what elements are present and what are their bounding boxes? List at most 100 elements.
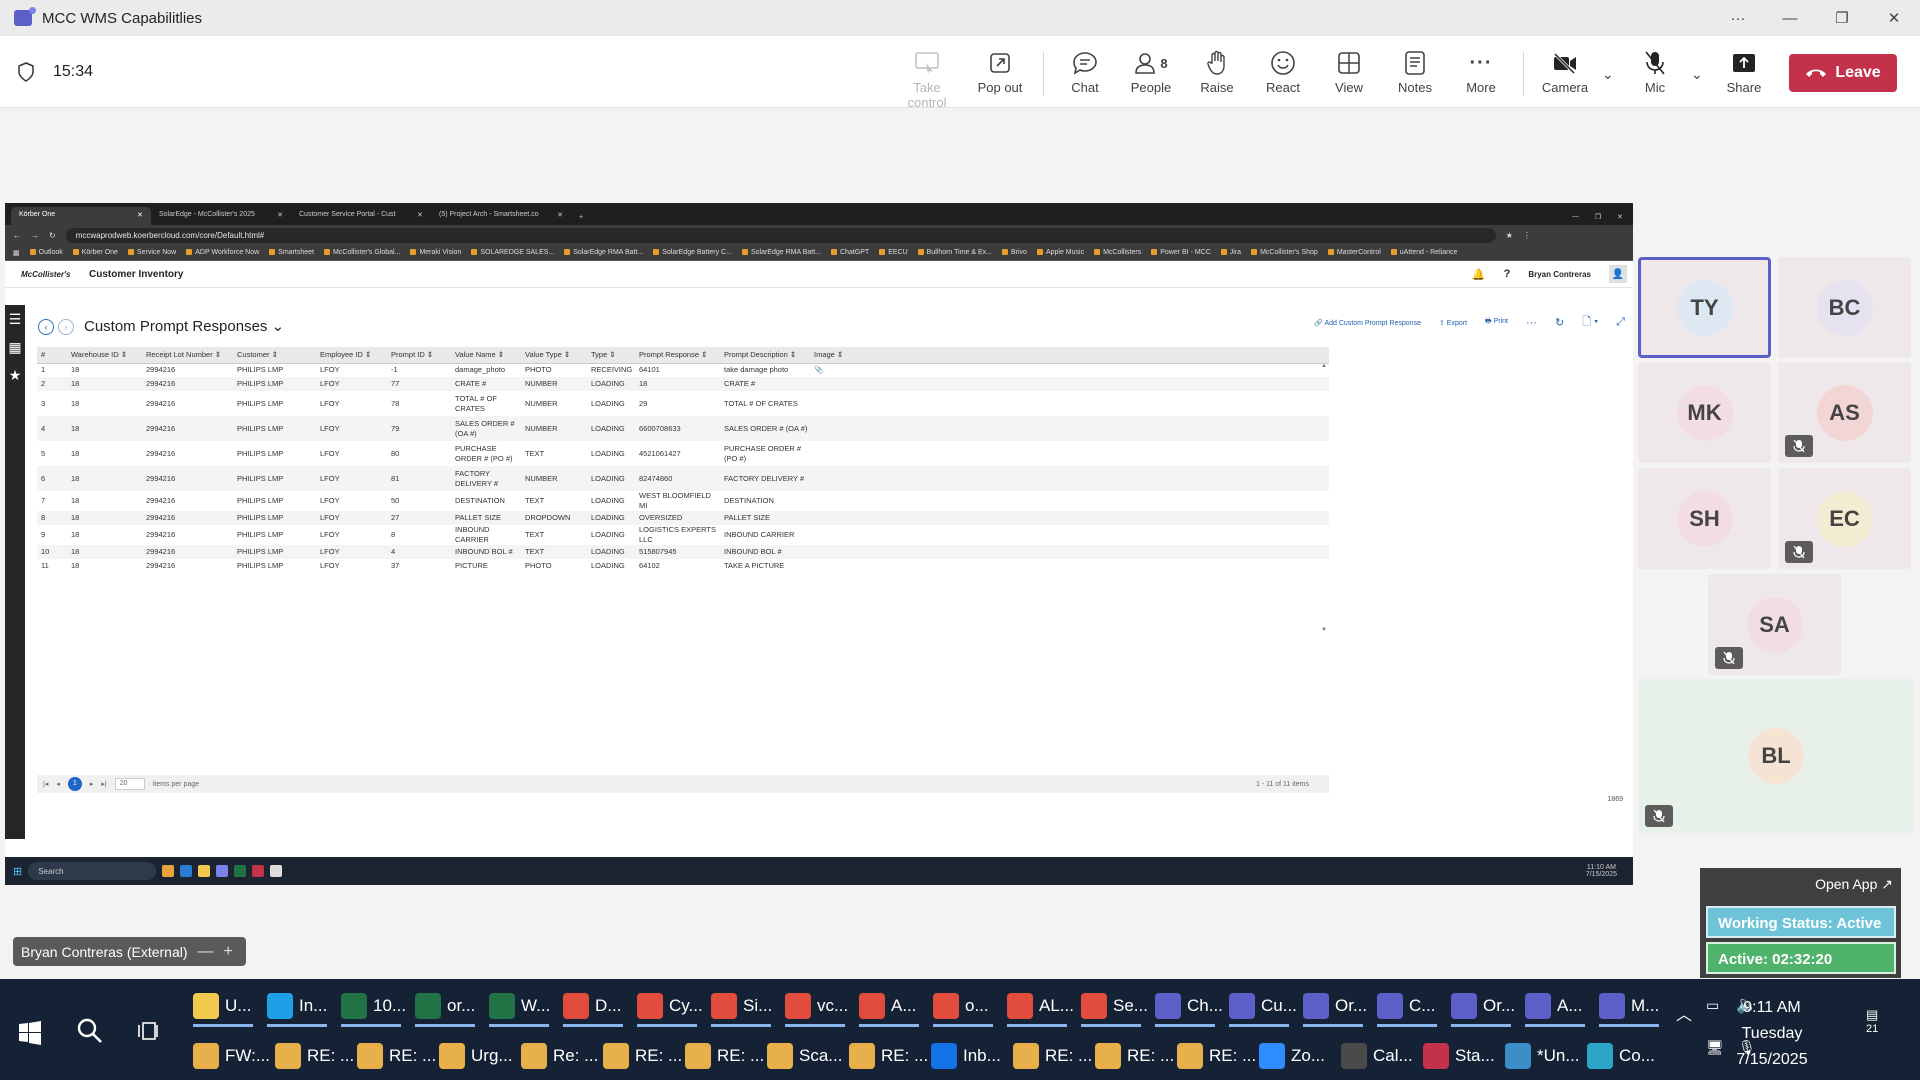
- browser-tab[interactable]: Customer Service Portal - Cust ✕: [291, 207, 431, 225]
- hamburger-menu-icon[interactable]: ☰: [5, 305, 25, 333]
- taskbar-app-button[interactable]: A...: [1525, 983, 1585, 1029]
- reload-icon[interactable]: ↻: [49, 231, 56, 240]
- attachment-icon[interactable]: [810, 391, 850, 416]
- sort-icon[interactable]: ⇕: [496, 350, 504, 359]
- forward-circle-icon[interactable]: ›: [58, 319, 74, 335]
- table-row[interactable]: 10 18 2994216 PHILIPS LMP LFOY 4 INBOUND BOL #…: [37, 545, 1329, 559]
- column-header[interactable]: #: [37, 347, 67, 364]
- bookmark-item[interactable]: Power BI - MCC: [1151, 249, 1211, 256]
- url-field[interactable]: mccwaprodweb.koerbercloud.com/core/Defau…: [65, 227, 1496, 243]
- attachment-icon[interactable]: [810, 377, 850, 391]
- taskbar-app-button[interactable]: Cy...: [637, 983, 703, 1029]
- attachment-icon[interactable]: [810, 525, 850, 545]
- menu-icon[interactable]: ⋮: [1523, 231, 1531, 240]
- back-circle-icon[interactable]: ‹: [38, 319, 54, 335]
- table-row[interactable]: 8 18 2994216 PHILIPS LMP LFOY 27 PALLET SIZE DR…: [37, 511, 1329, 525]
- taskbar-app-button[interactable]: RE: ...: [275, 1033, 354, 1079]
- take-control-button[interactable]: Take control: [894, 48, 960, 110]
- show-hidden-icons-chevron[interactable]: ︿: [1676, 1001, 1692, 1025]
- attachment-icon[interactable]: [810, 441, 850, 466]
- table-row[interactable]: 7 18 2994216 PHILIPS LMP LFOY 50 DESTINATION TE…: [37, 491, 1329, 511]
- camera-options-chevron-icon[interactable]: ⌄: [1602, 66, 1614, 83]
- first-page-icon[interactable]: |◂: [43, 780, 48, 788]
- taskbar-app-button[interactable]: In...: [267, 983, 327, 1029]
- taskbar-app-button[interactable]: W...: [489, 983, 550, 1029]
- taskbar-app-button[interactable]: Si...: [711, 983, 772, 1029]
- column-header[interactable]: Warehouse ID ⇕: [67, 347, 142, 364]
- notification-center[interactable]: ▤ 21: [1866, 1007, 1878, 1035]
- sort-icon[interactable]: ⇕: [835, 350, 843, 359]
- minimize-button[interactable]: —: [1764, 0, 1816, 36]
- taskbar-app-button[interactable]: *Un...: [1505, 1033, 1580, 1079]
- participant-tile[interactable]: AS: [1778, 362, 1911, 463]
- bookmark-item[interactable]: SOLAREDGE SALES...: [471, 249, 554, 256]
- taskbar-app-button[interactable]: Zo...: [1259, 1033, 1325, 1079]
- attachment-icon[interactable]: 📎: [810, 363, 850, 377]
- sort-icon[interactable]: ⇕: [213, 350, 221, 359]
- more-options-icon[interactable]: ···: [1712, 0, 1764, 36]
- next-page-icon[interactable]: ▸: [90, 780, 94, 788]
- taskbar-app-button[interactable]: Urg...: [439, 1033, 513, 1079]
- sort-icon[interactable]: ⇕: [270, 350, 278, 359]
- table-row[interactable]: 5 18 2994216 PHILIPS LMP LFOY 80 PURCHASE ORDE…: [37, 441, 1329, 466]
- react-button[interactable]: React: [1250, 48, 1316, 100]
- page-size-select[interactable]: 20: [114, 778, 145, 790]
- bookmark-item[interactable]: Brivo: [1002, 249, 1027, 256]
- taskbar-app-button[interactable]: A...: [859, 983, 919, 1029]
- task-view-icon[interactable]: [136, 1019, 160, 1043]
- taskbar-app-button[interactable]: Or...: [1451, 983, 1515, 1029]
- remote-search-box[interactable]: Search: [28, 862, 157, 880]
- taskbar-app-button[interactable]: Ch...: [1155, 983, 1223, 1029]
- bookmark-item[interactable]: Jira: [1221, 249, 1241, 256]
- page-title[interactable]: Custom Prompt Responses ⌄: [84, 317, 284, 335]
- column-header[interactable]: Employee ID ⇕: [316, 347, 387, 364]
- close-button[interactable]: ✕: [1868, 0, 1920, 36]
- user-avatar-icon[interactable]: 👤: [1609, 265, 1627, 283]
- mic-options-chevron-icon[interactable]: ⌄: [1691, 66, 1703, 83]
- taskbar-app-button[interactable]: or...: [415, 983, 475, 1029]
- table-row[interactable]: 6 18 2994216 PHILIPS LMP LFOY 81 FACTORY DELIV…: [37, 466, 1329, 491]
- bookmark-item[interactable]: uAttend - Reliance: [1391, 249, 1458, 256]
- raise-hand-button[interactable]: Raise: [1184, 48, 1250, 100]
- column-header[interactable]: Customer ⇕: [233, 347, 316, 364]
- taskbar-app-button[interactable]: RE: ...: [1013, 1033, 1092, 1079]
- star-icon[interactable]: ★: [1506, 231, 1513, 240]
- taskbar-app-button[interactable]: RE: ...: [357, 1033, 436, 1079]
- forward-icon[interactable]: →: [31, 231, 39, 240]
- attachment-icon[interactable]: [810, 559, 850, 573]
- column-header[interactable]: Prompt ID ⇕: [387, 347, 451, 364]
- column-header[interactable]: Receipt Lot Number ⇕: [142, 347, 233, 364]
- remote-app-icon[interactable]: [198, 865, 211, 877]
- page-number-button[interactable]: 1: [67, 777, 82, 791]
- taskbar-app-button[interactable]: RE: ...: [603, 1033, 682, 1079]
- sort-icon[interactable]: ⇕: [562, 350, 570, 359]
- taskbar-app-button[interactable]: AL...: [1007, 983, 1074, 1029]
- participant-tile[interactable]: BL: [1638, 679, 1914, 833]
- bookmark-item[interactable]: SolarEdge RMA Batt...: [564, 249, 643, 256]
- pop-out-button[interactable]: Pop out: [967, 48, 1033, 100]
- sort-icon[interactable]: ⇕: [425, 350, 433, 359]
- remote-app-icon[interactable]: [162, 865, 175, 877]
- apps-icon[interactable]: ▦: [13, 249, 20, 257]
- taskbar-app-button[interactable]: Sta...: [1423, 1033, 1495, 1079]
- bookmark-item[interactable]: ChatGPT: [831, 249, 869, 256]
- taskbar-app-button[interactable]: Sca...: [767, 1033, 842, 1079]
- attachment-icon[interactable]: [810, 545, 850, 559]
- bookmark-item[interactable]: McCollister's Global...: [324, 249, 400, 256]
- sort-icon[interactable]: ⇕: [119, 350, 127, 359]
- refresh-icon[interactable]: ↻: [1555, 316, 1564, 329]
- taskbar-app-button[interactable]: C...: [1377, 983, 1437, 1029]
- notes-button[interactable]: Notes: [1382, 48, 1448, 100]
- taskbar-app-button[interactable]: M...: [1599, 983, 1659, 1029]
- taskbar-app-button[interactable]: o...: [933, 983, 993, 1029]
- column-header[interactable]: Prompt Response ⇕: [635, 347, 720, 364]
- participant-tile[interactable]: TY: [1638, 257, 1771, 358]
- bookmark-item[interactable]: McCollister's Shop: [1251, 249, 1318, 256]
- taskbar-app-button[interactable]: Or...: [1303, 983, 1367, 1029]
- taskbar-app-button[interactable]: Cal...: [1341, 1033, 1413, 1079]
- bookmark-item[interactable]: McCollisters: [1094, 249, 1141, 256]
- browser-tab[interactable]: (5) Project Arch - Smartsheet.co ✕: [431, 207, 571, 225]
- export-button[interactable]: ⇪ Export: [1439, 319, 1467, 327]
- taskbar-app-button[interactable]: 10...: [341, 983, 406, 1029]
- mic-button[interactable]: Mic: [1622, 48, 1688, 100]
